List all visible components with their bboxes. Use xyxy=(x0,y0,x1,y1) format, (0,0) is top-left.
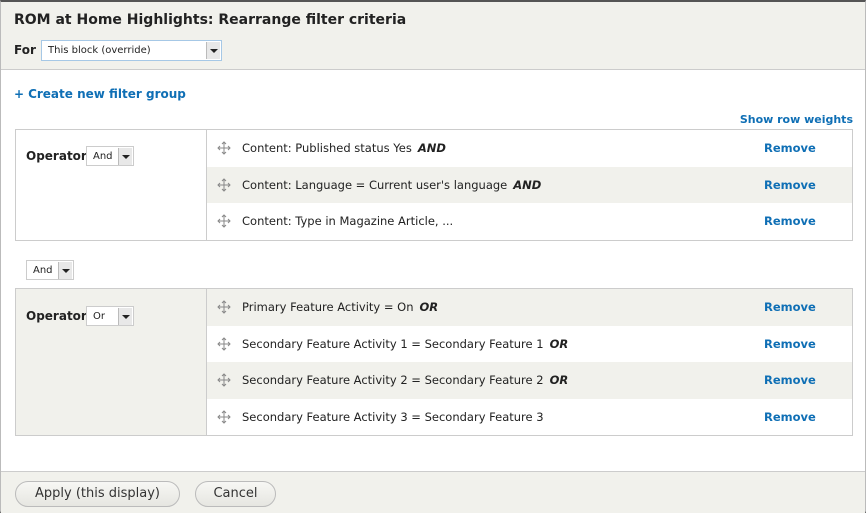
plus-icon: + xyxy=(14,87,25,101)
rearrange-filters-dialog: ROM at Home Highlights: Rearrange filter… xyxy=(0,0,866,513)
dialog-header: ROM at Home Highlights: Rearrange filter… xyxy=(1,2,865,70)
remove-filter-link[interactable]: Remove xyxy=(764,214,816,228)
dialog-title: ROM at Home Highlights: Rearrange filter… xyxy=(14,12,407,28)
group-1-operator-value: And xyxy=(93,151,113,162)
filter-row[interactable]: Content: Type in Magazine Article, ... R… xyxy=(207,203,852,240)
drag-handle-icon[interactable] xyxy=(217,409,231,424)
group-2-operator-value: Or xyxy=(93,311,105,322)
filter-text: Secondary Feature Activity 1 = Secondary… xyxy=(242,336,544,351)
drag-handle-icon[interactable] xyxy=(217,373,231,387)
show-row-weights-link[interactable]: Show row weights xyxy=(740,113,853,126)
remove-filter-link[interactable]: Remove xyxy=(764,141,816,155)
filter-label: Secondary Feature Activity 2 = Secondary… xyxy=(242,373,568,387)
filter-text: Secondary Feature Activity 2 = Secondary… xyxy=(242,373,544,387)
filter-label: Secondary Feature Activity 3 = Secondary… xyxy=(242,410,550,424)
between-groups-operator-value: And xyxy=(33,265,53,276)
filter-conjunction: AND xyxy=(417,141,446,155)
filter-label: Content: Published status Yes AND xyxy=(242,141,446,155)
remove-filter-link[interactable]: Remove xyxy=(764,300,816,314)
filter-group-1: Operator And Content: Published status Y… xyxy=(15,129,853,241)
filter-row[interactable]: Secondary Feature Activity 1 = Secondary… xyxy=(207,326,852,363)
filter-text: Primary Feature Activity = On xyxy=(242,300,414,314)
dialog-footer: Apply (this display) Cancel xyxy=(1,471,865,513)
filter-row[interactable]: Secondary Feature Activity 3 = Secondary… xyxy=(207,399,852,436)
filter-row[interactable]: Primary Feature Activity = On OR Remove xyxy=(207,289,852,326)
remove-filter-link[interactable]: Remove xyxy=(764,337,816,351)
for-display-select[interactable]: This block (override) xyxy=(41,40,222,61)
group-1-operator-select[interactable]: And xyxy=(86,146,134,166)
remove-filter-link[interactable]: Remove xyxy=(764,373,816,387)
filter-rows: Content: Published status Yes AND Remove … xyxy=(207,130,852,240)
chevron-down-icon[interactable] xyxy=(206,42,220,59)
filter-rows: Primary Feature Activity = On OR Remove S… xyxy=(207,289,852,435)
drag-handle-icon[interactable] xyxy=(217,300,231,314)
filter-text: Secondary Feature Activity 3 = Secondary… xyxy=(242,409,544,424)
filter-row[interactable]: Content: Language = Current user's langu… xyxy=(207,166,852,203)
filter-label: Content: Language = Current user's langu… xyxy=(242,178,541,192)
create-filter-group-label: Create new filter group xyxy=(28,87,186,101)
filter-row[interactable]: Secondary Feature Activity 2 = Secondary… xyxy=(207,362,852,399)
remove-filter-link[interactable]: Remove xyxy=(764,178,816,192)
cancel-button[interactable]: Cancel xyxy=(195,481,276,507)
for-display-select-value: This block (override) xyxy=(48,45,151,56)
for-label: For xyxy=(14,43,36,57)
drag-handle-icon[interactable] xyxy=(217,336,231,351)
group-operator-cell: Operator Or xyxy=(16,289,207,435)
group-operator-cell: Operator And xyxy=(16,130,207,240)
dialog-body: + Create new filter group Show row weight… xyxy=(1,71,865,471)
apply-button[interactable]: Apply (this display) xyxy=(15,481,180,507)
filter-conjunction: OR xyxy=(549,373,569,387)
create-filter-group-link[interactable]: + Create new filter group xyxy=(14,87,186,101)
filter-label: Secondary Feature Activity 1 = Secondary… xyxy=(242,337,568,351)
group-2-operator-select[interactable]: Or xyxy=(86,306,134,326)
drag-handle-icon[interactable] xyxy=(217,177,231,192)
filter-conjunction: OR xyxy=(419,300,439,314)
chevron-down-icon[interactable] xyxy=(118,308,132,325)
operator-label: Operator xyxy=(26,309,87,323)
drag-handle-icon[interactable] xyxy=(217,214,231,228)
filter-label: Primary Feature Activity = On OR xyxy=(242,300,438,314)
between-groups-operator-select[interactable]: And xyxy=(26,260,74,280)
filter-conjunction: OR xyxy=(549,336,569,351)
filter-text: Content: Type in Magazine Article, ... xyxy=(242,214,454,228)
filter-group-2: Operator Or Primary Feature Activity = O… xyxy=(15,288,853,436)
filter-text: Content: Published status Yes xyxy=(242,141,412,155)
filter-row[interactable]: Content: Published status Yes AND Remove xyxy=(207,130,852,167)
filter-text: Content: Language = Current user's langu… xyxy=(242,177,508,192)
chevron-down-icon[interactable] xyxy=(58,262,72,279)
filter-label: Content: Type in Magazine Article, ... xyxy=(242,214,459,228)
filter-conjunction: AND xyxy=(513,177,542,192)
remove-filter-link[interactable]: Remove xyxy=(764,410,816,424)
operator-label: Operator xyxy=(26,149,87,163)
drag-handle-icon[interactable] xyxy=(217,141,231,155)
chevron-down-icon[interactable] xyxy=(118,148,132,165)
